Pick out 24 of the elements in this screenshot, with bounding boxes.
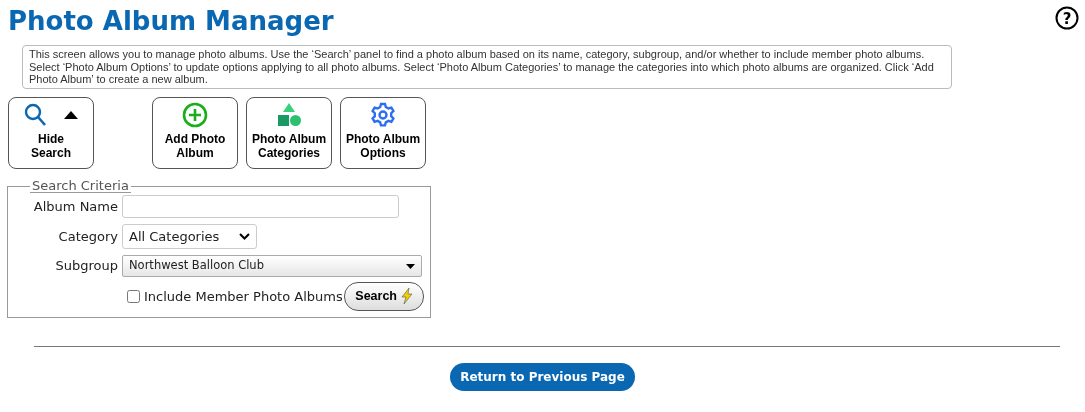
field-label: Album Name [32,197,119,216]
page-title: Photo Album Manager [8,6,334,38]
include-member-checkbox[interactable] [127,290,140,303]
album-name-field[interactable] [122,195,399,219]
field-label: Category [57,227,119,246]
toolbar-button[interactable]: Photo Album Options [340,97,426,170]
subgroup-dropdown[interactable]: Northwest Balloon Club [122,255,422,278]
lightning-icon [401,288,413,305]
section-legend: Search Criteria [30,179,131,194]
shapes-icon [276,102,302,129]
toolbar-button[interactable]: Hide Search [8,97,94,170]
field-label: Subgroup [54,257,119,276]
plus-circle-icon [182,102,208,129]
toolbar-button[interactable]: Photo Album Categories [246,97,332,170]
caret-down-icon [406,263,415,269]
category-dropdown[interactable]: All Categories [122,224,257,250]
search-button[interactable]: Search [344,282,424,311]
toolbar-button[interactable]: Add Photo Album [152,97,238,170]
chevron-down-icon [239,233,250,241]
description-text: This screen allows you to manage photo albums. Use the ‘Search’ panel to find a photo album based on its name, category, subgroup, and/or whether to include member photo albums. Select ‘Photo Album Options’ to update options applying to all photo albums. Select ‘Photo Album Categories’ to manage the categories into which photo albums are organized. Click ‘Add Photo Album’ to create a new album. [22,45,952,90]
return-button[interactable]: Return to Previous Page [450,362,635,391]
help-button[interactable]: ? [1055,6,1079,30]
settings-icon [370,102,396,129]
checkbox-label: Include Member Photo Albums [144,287,343,306]
